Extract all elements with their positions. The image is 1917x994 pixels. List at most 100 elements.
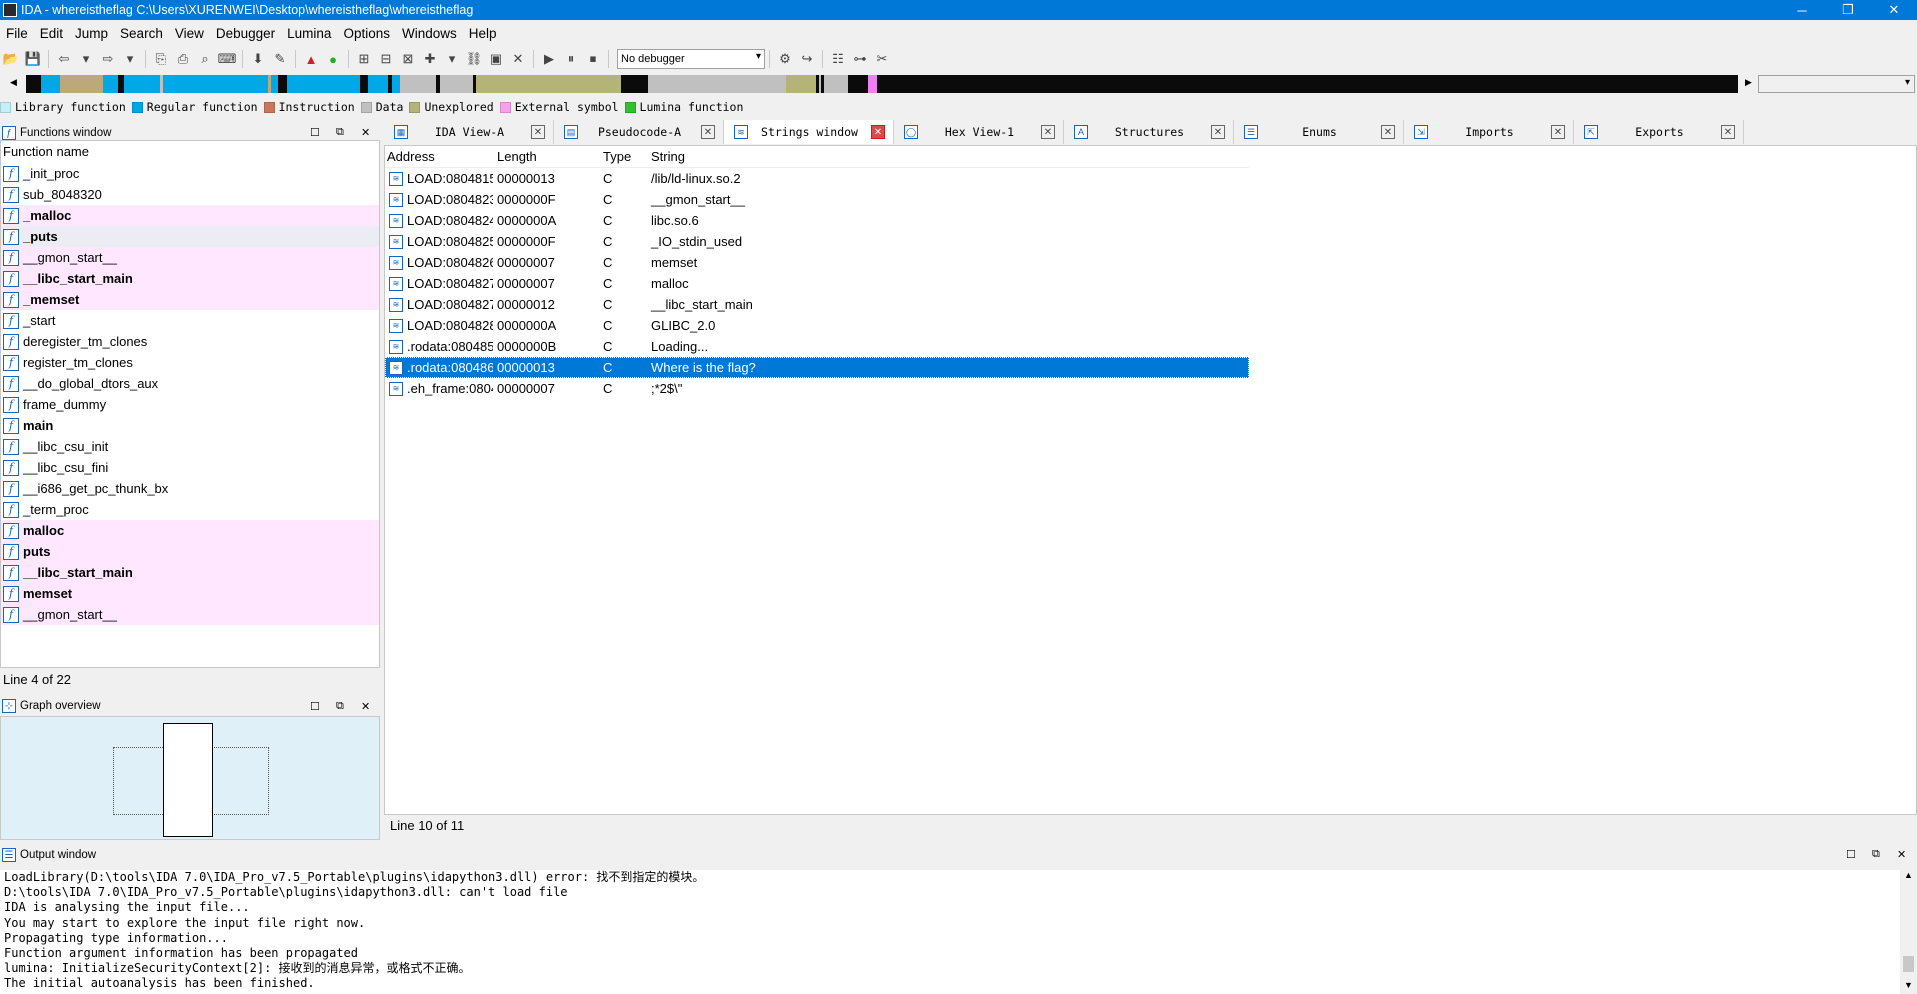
function-row[interactable]: f memset — [1, 583, 379, 604]
link-icon[interactable]: ⛓ — [464, 49, 484, 69]
function-row[interactable]: f frame_dummy — [1, 394, 379, 415]
function-row[interactable]: f __gmon_start__ — [1, 247, 379, 268]
length-column-header[interactable]: Length — [493, 149, 599, 164]
function-row[interactable]: f __libc_start_main — [1, 268, 379, 289]
nav-segment[interactable] — [847, 75, 869, 93]
string-row[interactable]: ≋ LOAD:08048256 0000000F C _IO_stdin_used — [385, 231, 1249, 252]
segment-select[interactable]: ▾ — [1758, 75, 1915, 93]
tab-imports[interactable]: ⇲ Imports ✕ — [1404, 120, 1574, 144]
down-arrow-icon[interactable]: ⬇ — [248, 49, 268, 69]
enum-icon[interactable]: ⊠ — [398, 49, 418, 69]
menu-file[interactable]: File — [0, 26, 34, 41]
function-row[interactable]: f _puts — [1, 226, 379, 247]
nav-segment[interactable] — [475, 75, 622, 93]
string-row[interactable]: ≋ .rodata:080485F8 0000000B C Loading... — [385, 336, 1249, 357]
menu-help[interactable]: Help — [463, 26, 503, 41]
open-icon[interactable]: 📂 — [1, 49, 21, 69]
back-icon[interactable]: ⇦ — [54, 49, 74, 69]
string-column-header[interactable]: String — [647, 149, 1249, 164]
cross-icon[interactable]: ✕ — [508, 49, 528, 69]
function-row[interactable]: f _memset — [1, 289, 379, 310]
function-row[interactable]: f main — [1, 415, 379, 436]
menu-lumina[interactable]: Lumina — [281, 26, 337, 41]
panel-close-icon[interactable]: ✕ — [361, 700, 370, 713]
nav-right-arrow-icon[interactable]: ▶ — [1745, 77, 1752, 88]
nav-segment[interactable] — [103, 75, 118, 93]
function-row[interactable]: f _start — [1, 310, 379, 331]
panel-float-icon[interactable]: ⧉ — [336, 700, 344, 713]
nav-left-arrow-icon[interactable]: ◀ — [10, 77, 17, 88]
close-icon[interactable]: ✕ — [531, 125, 545, 139]
string-row[interactable]: ≋ LOAD:0804828A 0000000A C GLIBC_2.0 — [385, 315, 1249, 336]
play-icon[interactable]: ▶ — [539, 49, 559, 69]
tab-enums[interactable]: ☰ Enums ✕ — [1234, 120, 1404, 144]
function-name-column-header[interactable]: Function name — [1, 141, 379, 163]
menu-debugger[interactable]: Debugger — [210, 26, 281, 41]
search-next-icon[interactable]: ⎙ — [173, 49, 193, 69]
menu-windows[interactable]: Windows — [396, 26, 463, 41]
string-row[interactable]: ≋ LOAD:08048278 00000012 C __libc_start_main — [385, 294, 1249, 315]
menu-search[interactable]: Search — [114, 26, 169, 41]
patch-icon[interactable]: ▣ — [486, 49, 506, 69]
string-row[interactable]: ≋ LOAD:08048271 00000007 Cmalloc — [385, 273, 1249, 294]
string-row[interactable]: ≋ LOAD:08048154 00000013 C/lib/ld-linux.so.… — [385, 168, 1249, 189]
string-row[interactable]: ≋ LOAD:0804826A 00000007 Cmemset — [385, 252, 1249, 273]
string-row[interactable]: ≋ .rodata:080486... 00000013 C Where is the … — [385, 357, 1249, 378]
nav-segment[interactable] — [440, 75, 473, 93]
forward-icon[interactable]: ⇨ — [98, 49, 118, 69]
rename-icon[interactable]: ✎ — [270, 49, 290, 69]
function-row[interactable]: f register_tm_clones — [1, 352, 379, 373]
string-row[interactable]: ≋ LOAD:0804823D 0000000F C __gmon_start__ — [385, 189, 1249, 210]
nav-segment[interactable] — [271, 75, 279, 93]
output-vertical-scrollbar[interactable]: ▲ ▼ — [1900, 870, 1917, 994]
function-row[interactable]: f __gmon_start__ — [1, 604, 379, 625]
nav-segment[interactable] — [647, 75, 787, 93]
close-icon[interactable]: ✕ — [1721, 125, 1735, 139]
function-row[interactable]: f deregister_tm_clones — [1, 331, 379, 352]
navigation-bar[interactable] — [26, 75, 1738, 93]
close-button[interactable]: ✕ — [1871, 0, 1917, 20]
menu-edit[interactable]: Edit — [34, 26, 69, 41]
nav-segment[interactable] — [59, 75, 104, 93]
struct-icon[interactable]: ⊟ — [376, 49, 396, 69]
binary-search-icon[interactable]: ⎘ — [151, 49, 171, 69]
function-row[interactable]: f malloc — [1, 520, 379, 541]
panel-maximize-icon[interactable]: ☐ — [310, 700, 320, 713]
type-column-header[interactable]: Type — [599, 149, 647, 164]
graph-node[interactable] — [163, 723, 213, 837]
close-icon[interactable]: ✕ — [1381, 125, 1395, 139]
function-row[interactable]: f _init_proc — [1, 163, 379, 184]
nav-segment[interactable] — [621, 75, 648, 93]
save-icon[interactable]: 💾 — [23, 49, 43, 69]
nav-segment[interactable] — [786, 75, 816, 93]
panel-float-icon[interactable]: ⧉ — [336, 126, 344, 139]
nav-segment[interactable] — [278, 75, 288, 93]
function-row[interactable]: f _term_proc — [1, 499, 379, 520]
nav-segment[interactable] — [399, 75, 437, 93]
close-icon[interactable]: ✕ — [1211, 125, 1225, 139]
pause-icon[interactable]: ⏸ — [561, 49, 581, 69]
nav-segment[interactable] — [163, 75, 269, 93]
panel-maximize-icon[interactable]: ☐ — [310, 126, 320, 139]
graph-overview-panel[interactable] — [0, 716, 380, 840]
nav-segment[interactable] — [287, 75, 361, 93]
function-row[interactable]: f __do_global_dtors_aux — [1, 373, 379, 394]
address-column-header[interactable]: Address — [385, 149, 493, 164]
tab-strings-window[interactable]: ≋ Strings window ✕ — [724, 120, 894, 144]
function-row[interactable]: f __libc_csu_init — [1, 436, 379, 457]
clear-trace-icon[interactable]: ✂ — [872, 49, 892, 69]
function-row[interactable]: f __libc_csu_fini — [1, 457, 379, 478]
add-icon[interactable]: ✚ — [420, 49, 440, 69]
close-icon[interactable]: ✕ — [871, 125, 885, 139]
string-row[interactable]: ≋ LOAD:0804824C 0000000A Clibc.so.6 — [385, 210, 1249, 231]
function-row[interactable]: f sub_8048320 — [1, 184, 379, 205]
nav-segment[interactable] — [392, 75, 400, 93]
nav-segment[interactable] — [868, 75, 877, 93]
search-seq-icon[interactable]: ⌨ — [217, 49, 237, 69]
menu-view[interactable]: View — [169, 26, 210, 41]
tab-structures[interactable]: A Structures ✕ — [1064, 120, 1234, 144]
minimize-button[interactable]: ─ — [1779, 0, 1825, 20]
panel-float-icon[interactable]: ⧉ — [1872, 848, 1880, 861]
nav-segment[interactable] — [367, 75, 388, 93]
nav-segment[interactable] — [360, 75, 368, 93]
